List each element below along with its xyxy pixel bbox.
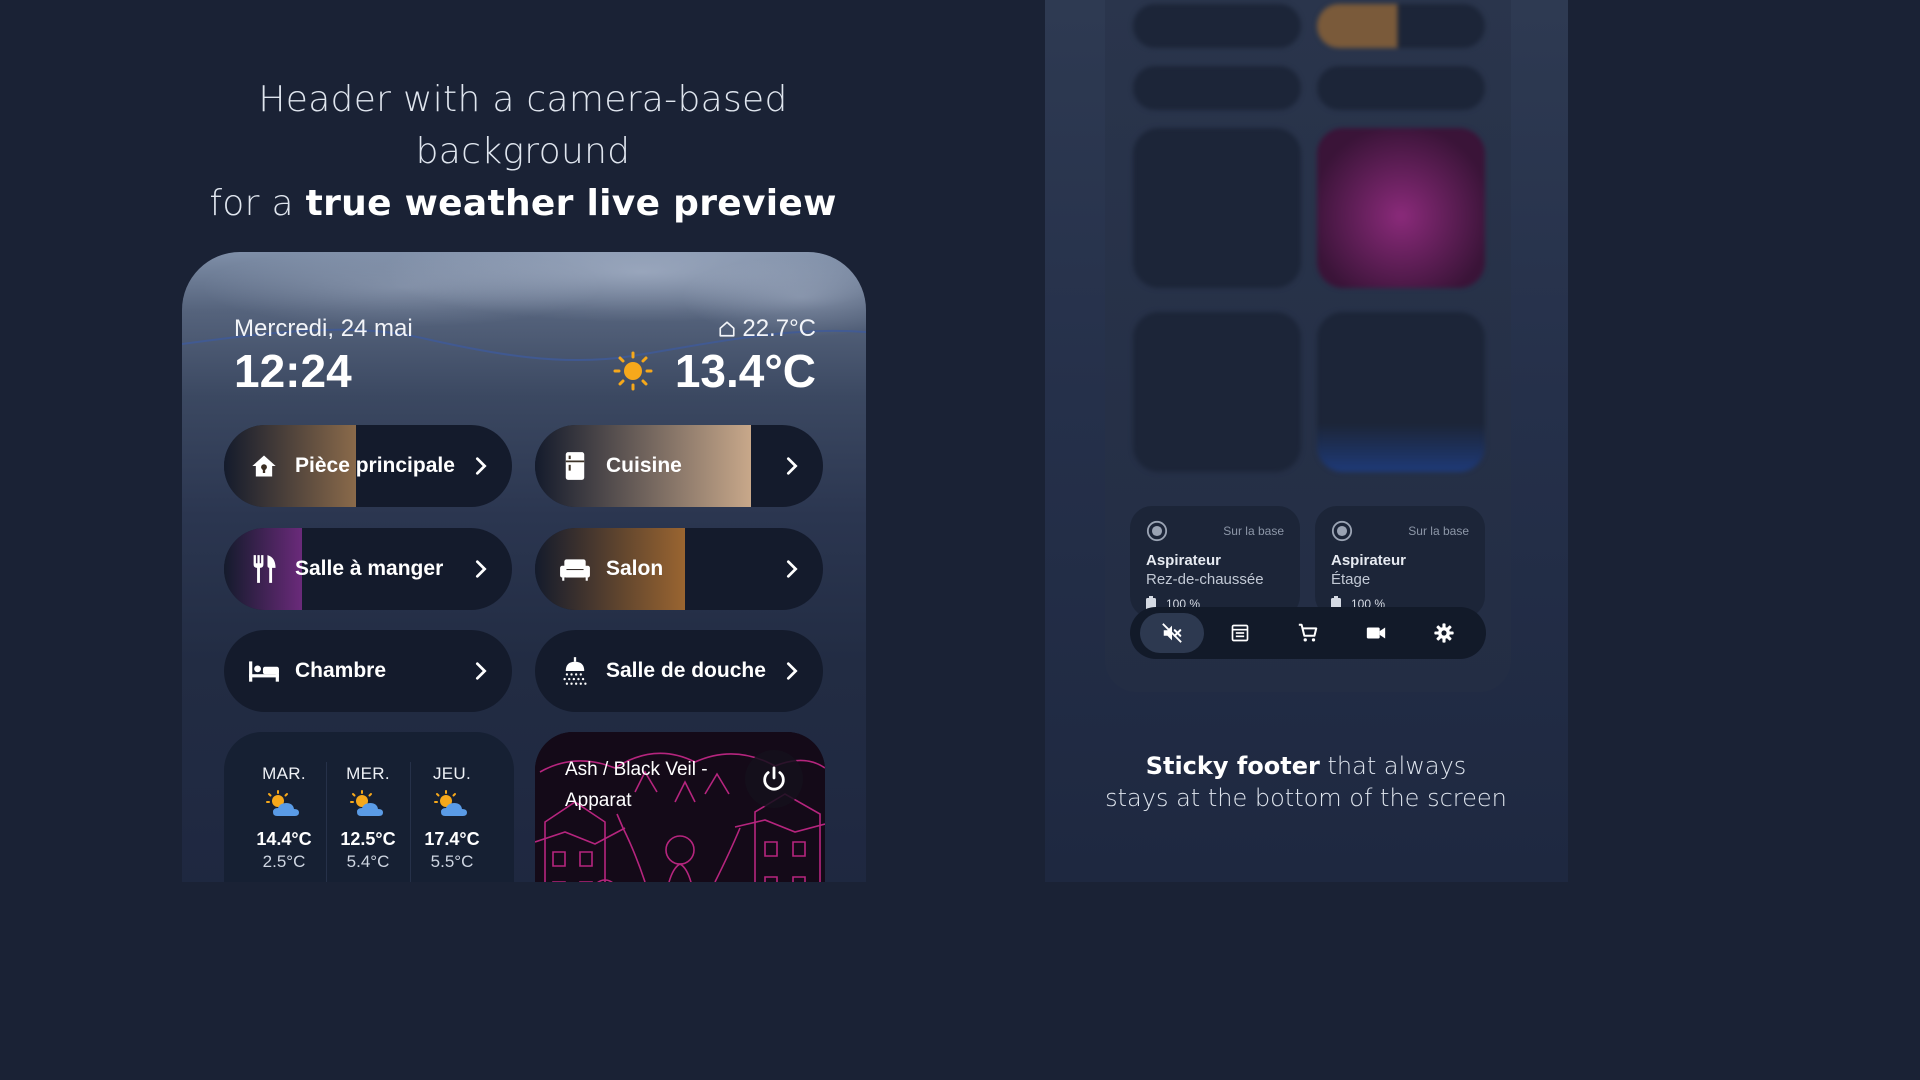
vacuum-status: Sur la base — [1408, 524, 1469, 538]
sun-icon — [613, 351, 653, 391]
partly-cloudy-icon — [350, 790, 383, 816]
mute-icon — [1162, 623, 1182, 643]
blurred-media-card — [1317, 128, 1485, 288]
mute-button[interactable] — [1140, 613, 1204, 653]
forecast-day-label: MER. — [346, 764, 390, 783]
forecast-day-label: JEU. — [432, 764, 472, 783]
room-button-salon[interactable]: Salon — [535, 528, 823, 610]
caption-line-1: Sticky footer that always — [1080, 750, 1532, 782]
camera-button[interactable] — [1344, 613, 1408, 653]
indoor-temperature: 22.7°C — [718, 315, 816, 343]
vacuum-card-upstairs[interactable]: Sur la base Aspirateur Étage 100 % — [1315, 506, 1485, 618]
cart-button[interactable] — [1276, 613, 1340, 653]
caption-line-2: for a true weather live preview — [150, 178, 896, 230]
settings-button[interactable] — [1412, 613, 1476, 653]
power-button[interactable] — [745, 750, 803, 808]
forecast-high: 12.5°C — [340, 829, 396, 849]
vacuum-floor: Rez-de-chaussée — [1146, 571, 1264, 588]
partly-cloudy-icon — [434, 790, 467, 816]
fridge-icon — [559, 450, 591, 482]
footer-caption: Sticky footer that always stays at the b… — [1080, 750, 1532, 814]
forecast-low: 5.4°C — [346, 852, 390, 871]
forecast-card[interactable]: MAR. 14.4°C 2.5°C MER. 12.5°C 5.4°C JEU.… — [224, 732, 514, 882]
chevron-right-icon — [475, 457, 487, 475]
robot-vacuum-icon — [1331, 520, 1353, 542]
chevron-right-icon — [475, 560, 487, 578]
header-caption: Header with a camera-based background fo… — [150, 74, 896, 230]
robot-vacuum-icon — [1146, 520, 1168, 542]
vacuum-name: Aspirateur — [1331, 552, 1407, 569]
forecast-high: 14.4°C — [256, 829, 312, 849]
chevron-right-icon — [786, 457, 798, 475]
chevron-right-icon — [475, 662, 487, 680]
caption-rest: that always — [1319, 752, 1467, 780]
room-label: Salon — [606, 557, 664, 580]
list-icon — [1231, 624, 1249, 642]
room-label: Pièce principale — [295, 454, 455, 477]
forecast-day-label: MAR. — [262, 764, 306, 783]
bed-icon — [248, 655, 280, 687]
caption-bold: Sticky footer — [1145, 752, 1320, 780]
current-time: 12:24 — [234, 345, 352, 397]
caption-line-2: stays at the bottom of the screen — [1105, 784, 1507, 812]
blurred-room-button — [1317, 66, 1485, 110]
room-label: Salle de douche — [606, 659, 766, 682]
forecast-low: 2.5°C — [262, 852, 306, 871]
caption-prefix: for a — [209, 183, 306, 224]
forecast-high: 17.4°C — [424, 829, 480, 849]
list-button[interactable] — [1208, 613, 1272, 653]
blurred-room-button — [1133, 4, 1301, 48]
gear-icon — [1434, 623, 1454, 643]
room-label: Chambre — [295, 659, 387, 682]
cart-icon — [1298, 623, 1318, 642]
vacuum-name: Aspirateur — [1146, 552, 1222, 569]
camera-icon — [1366, 627, 1386, 639]
home-outline-icon — [719, 321, 735, 337]
room-label: Cuisine — [606, 454, 682, 477]
dashboard-phone: Mercredi, 24 mai 12:24 22.7°C 13.4°C Piè… — [182, 252, 866, 882]
forecast-day: JEU. 17.4°C 5.5°C — [417, 764, 487, 872]
outdoor-temperature: 13.4°C — [613, 344, 816, 398]
caption-bold: true weather live preview — [305, 183, 837, 224]
indoor-temp-value: 22.7°C — [742, 315, 816, 342]
room-label: Salle à manger — [295, 557, 444, 580]
outdoor-temp-value: 13.4°C — [674, 345, 816, 397]
caption-line-1: Header with a camera-based background — [258, 79, 788, 172]
forecast-day: MAR. 14.4°C 2.5°C — [249, 764, 319, 872]
room-button-salle-a-manger[interactable]: Salle à manger — [224, 528, 512, 610]
blurred-forecast-card — [1133, 128, 1301, 288]
home-icon — [248, 450, 280, 482]
current-date: Mercredi, 24 mai — [234, 315, 413, 342]
vacuum-status: Sur la base — [1223, 524, 1284, 538]
divider — [410, 762, 411, 882]
blurred-energy-card — [1317, 312, 1485, 472]
vacuum-card-ground-floor[interactable]: Sur la base Aspirateur Rez-de-chaussée 1… — [1130, 506, 1300, 618]
chevron-right-icon — [786, 560, 798, 578]
sofa-icon — [559, 553, 591, 585]
chevron-right-icon — [786, 662, 798, 680]
media-title: Ash / Black Veil - Apparat — [565, 759, 708, 811]
sticky-footer — [1130, 607, 1486, 659]
vacuum-floor: Étage — [1331, 571, 1371, 588]
divider — [326, 762, 327, 882]
blurred-room-button — [1317, 4, 1485, 48]
room-button-chambre[interactable]: Chambre — [224, 630, 512, 712]
room-button-cuisine[interactable]: Cuisine — [535, 425, 823, 507]
media-player-card[interactable]: Ash / Black Veil - Apparat — [535, 732, 825, 882]
power-icon — [763, 766, 785, 791]
shower-icon — [559, 655, 591, 687]
forecast-day: MER. 12.5°C 5.4°C — [333, 764, 403, 872]
cutlery-icon — [248, 553, 280, 585]
blurred-room-button — [1133, 66, 1301, 110]
room-button-salle-de-douche[interactable]: Salle de douche — [535, 630, 823, 712]
forecast-low: 5.5°C — [430, 852, 474, 871]
blurred-card — [1133, 312, 1301, 472]
partly-cloudy-icon — [266, 790, 299, 816]
room-button-piece-principale[interactable]: Pièce principale — [224, 425, 512, 507]
showcase: Header with a camera-based background fo… — [0, 0, 1568, 882]
